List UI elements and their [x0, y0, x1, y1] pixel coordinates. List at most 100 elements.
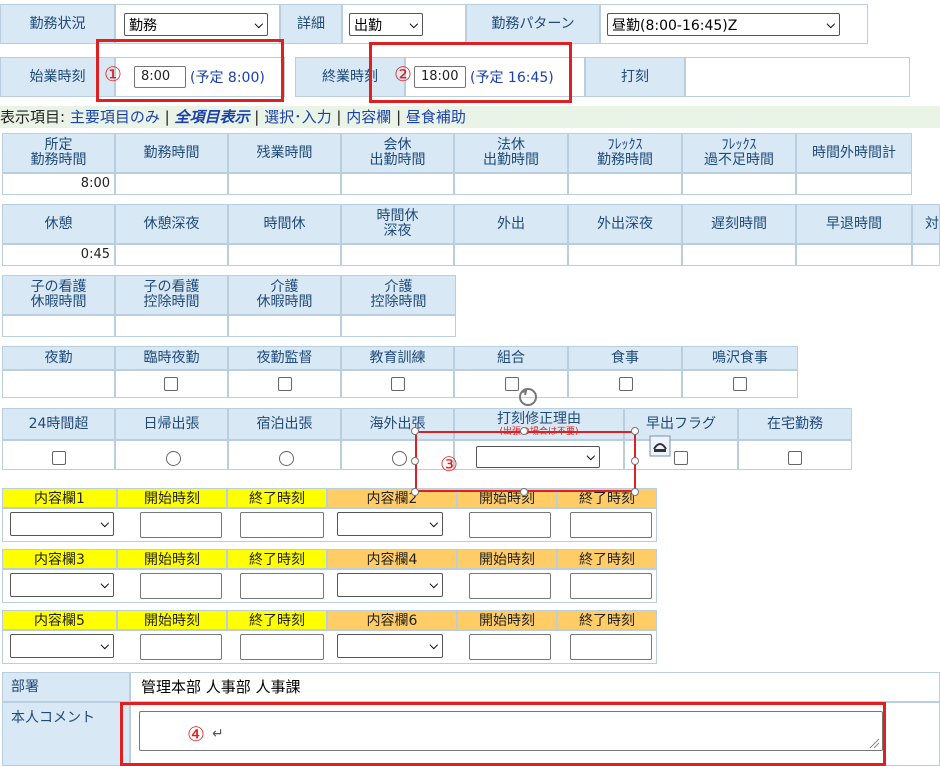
content-start-input-4[interactable]	[469, 573, 551, 599]
content-select-1[interactable]: ⌵	[10, 512, 114, 536]
grid2-value	[796, 244, 912, 266]
grid2-value	[912, 244, 940, 266]
selection-handle	[411, 427, 419, 435]
stamp-label: 打刻	[585, 57, 685, 97]
content-label-6: 内容欄6	[327, 610, 457, 630]
content-end-label: 終了時刻	[227, 488, 327, 508]
grid3-header: 介護 休暇時間	[228, 275, 341, 315]
grid2-header-overflow: 対	[912, 204, 940, 244]
content-select-5[interactable]: ⌵	[10, 634, 114, 658]
content-end-input-6[interactable]	[570, 634, 652, 660]
detail-label: 詳細	[280, 4, 342, 44]
grid4-header: 教育訓練	[341, 346, 454, 370]
grid3-value	[228, 315, 341, 337]
nav-main-items[interactable]: 主要項目のみ	[70, 108, 160, 126]
selection-handle	[411, 457, 419, 465]
nav-select-input[interactable]: 選択･入力	[264, 108, 332, 126]
status-label: 勤務状況	[0, 4, 115, 44]
grid5-header: 在宅勤務	[738, 408, 852, 440]
content-select-3[interactable]: ⌵	[10, 573, 114, 597]
selection-handle	[631, 488, 639, 496]
content-end-input-1[interactable]	[240, 512, 324, 538]
pattern-select[interactable]: 昼勤(8:00-16:45)Z ⌵	[607, 13, 840, 36]
grid1-header: 法休 出勤時間	[454, 133, 568, 173]
grid1-value	[682, 173, 796, 195]
detail-select[interactable]: 出勤 ⌵	[349, 13, 423, 36]
selection-handle	[520, 488, 528, 496]
content-start-input-3[interactable]	[140, 573, 222, 599]
grid3-value	[341, 315, 456, 337]
grid5-header: 早出フラグ	[624, 408, 738, 440]
content-start-label: 開始時刻	[117, 610, 227, 630]
content-start-label: 開始時刻	[457, 549, 557, 569]
marker-2: ②	[394, 62, 412, 86]
grid2-header: 休憩	[2, 204, 115, 244]
content-start-input-1[interactable]	[140, 512, 222, 538]
content-start-input-5[interactable]	[140, 634, 222, 660]
content-select-4[interactable]: ⌵	[337, 573, 443, 597]
nav-all-items[interactable]: 全項目表示	[174, 108, 249, 126]
checkbox-night-supervisor[interactable]	[278, 377, 292, 391]
checkbox-24h[interactable]	[52, 451, 66, 465]
content-start-input-6[interactable]	[469, 634, 551, 660]
grid2-value	[454, 244, 568, 266]
marker-arrow: ↵	[212, 726, 224, 742]
content-end-input-2[interactable]	[570, 512, 652, 538]
checkbox-remote-work[interactable]	[788, 451, 802, 465]
annotation-box-1	[96, 39, 284, 102]
detail-select-value: 出勤	[354, 17, 382, 34]
content-end-label: 終了時刻	[227, 610, 327, 630]
grid1-header: ﾌﾚｯｸｽ 過不足時間	[682, 133, 796, 173]
rotate-handle-icon[interactable]	[517, 386, 539, 408]
display-nav: 表示項目: 主要項目のみ | 全項目表示 | 選択･入力 | 内容欄 | 昼食補…	[0, 106, 940, 128]
radio-overnight-trip[interactable]	[279, 451, 294, 466]
nav-sep: |	[336, 108, 342, 126]
chevron-down-icon: ⌵	[429, 517, 438, 530]
grid2-header: 休憩深夜	[115, 204, 228, 244]
nav-lunch-subsidy[interactable]: 昼食補助	[406, 108, 466, 126]
radio-overseas-trip[interactable]	[392, 451, 407, 466]
grid4-header: 食事	[568, 346, 682, 370]
nav-content-fields[interactable]: 内容欄	[346, 108, 391, 126]
content-select-2[interactable]: ⌵	[337, 512, 443, 536]
grid1-value	[228, 173, 341, 195]
grid1-value	[568, 173, 682, 195]
grid3-header: 子の看護 休暇時間	[2, 275, 115, 315]
grid5-header: 日帰出張	[115, 408, 228, 440]
grid1-header: 会休 出勤時間	[341, 133, 454, 173]
grid1-value	[796, 173, 912, 195]
chevron-down-icon: ⌵	[254, 17, 263, 31]
object-options-icon[interactable]	[649, 435, 671, 457]
grid4-header: 組合	[454, 346, 568, 370]
display-nav-prefix: 表示項目:	[0, 108, 66, 126]
content-end-input-4[interactable]	[570, 573, 652, 599]
content-label-5: 内容欄5	[2, 610, 117, 630]
chevron-down-icon: ⌵	[826, 17, 835, 31]
grid4-header: 夜勤監督	[228, 346, 341, 370]
checkbox-training[interactable]	[391, 377, 405, 391]
radio-day-trip[interactable]	[166, 451, 181, 466]
checkbox-meal[interactable]	[619, 377, 633, 391]
content-select-6[interactable]: ⌵	[337, 634, 443, 658]
grid1-header: ﾌﾚｯｸｽ 勤務時間	[568, 133, 682, 173]
grid3-value	[115, 315, 228, 337]
selection-handle	[631, 457, 639, 465]
chevron-down-icon: ⌵	[100, 639, 109, 652]
grid1-header: 残業時間	[228, 133, 341, 173]
checkbox-narusawa-meal[interactable]	[733, 377, 747, 391]
grid5-header: 宿泊出張	[228, 408, 341, 440]
grid3-header: 介護 控除時間	[341, 275, 456, 315]
content-end-input-3[interactable]	[240, 573, 324, 599]
grid2-value	[341, 244, 454, 266]
pattern-label: 勤務パターン	[466, 4, 600, 44]
checkbox-temp-night[interactable]	[164, 377, 178, 391]
grid2-value	[228, 244, 341, 266]
content-end-input-5[interactable]	[240, 634, 324, 660]
pattern-select-value: 昼勤(8:00-16:45)Z	[612, 17, 738, 34]
chevron-down-icon: ⌵	[429, 578, 438, 591]
status-select[interactable]: 勤務 ⌵	[124, 13, 268, 36]
content-start-input-2[interactable]	[469, 512, 551, 538]
checkbox-early-flag[interactable]	[674, 451, 688, 465]
content-label-1: 内容欄1	[2, 488, 117, 508]
content-start-label: 開始時刻	[457, 610, 557, 630]
